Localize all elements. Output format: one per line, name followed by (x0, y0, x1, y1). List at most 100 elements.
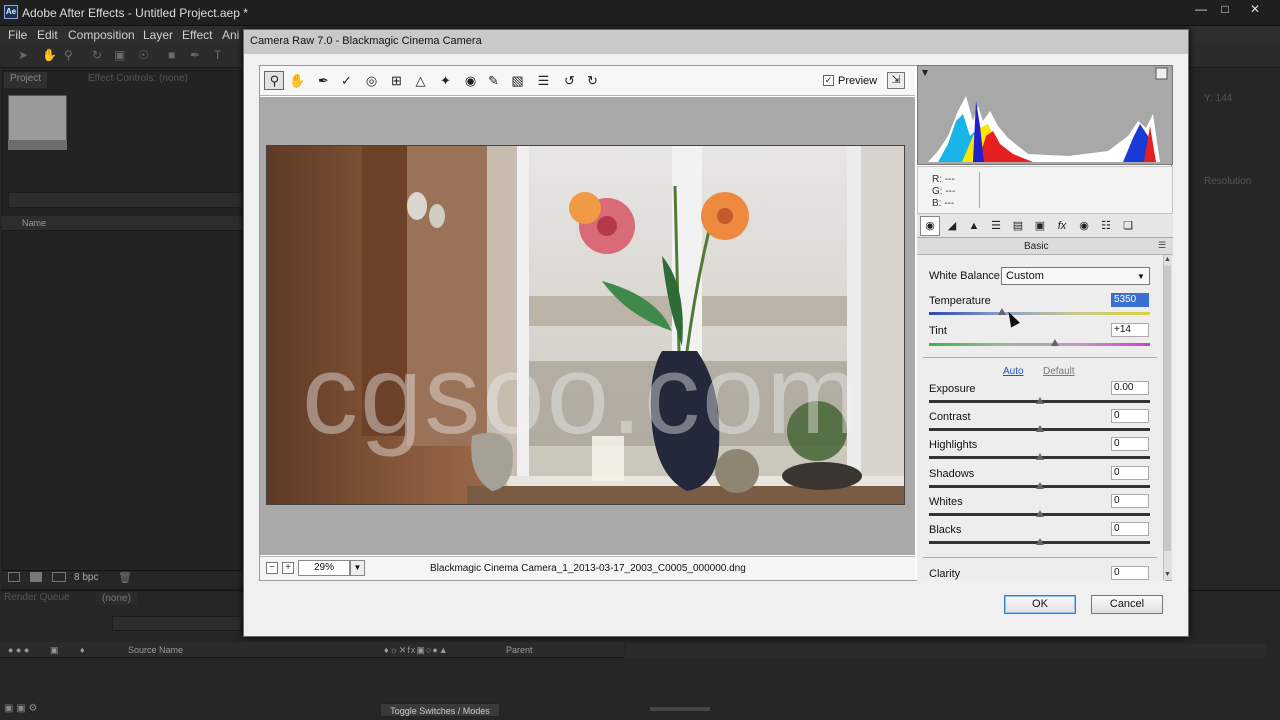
basic-icon[interactable]: ◉ (921, 217, 939, 235)
crop-icon[interactable]: ⊞ (387, 72, 406, 90)
white-balance-select[interactable]: Custom (1001, 267, 1150, 285)
preview-checkbox[interactable]: ✓ (823, 75, 834, 86)
interpret-footage-icon[interactable] (8, 572, 20, 582)
lock-icon[interactable]: ▣ (50, 645, 59, 656)
camera-calibration-icon[interactable]: ◉ (1075, 217, 1093, 235)
red-eye-icon[interactable]: ◉ (461, 72, 480, 90)
presets-icon[interactable]: ☷ (1097, 217, 1115, 235)
source-name-column[interactable]: Source Name (128, 645, 183, 655)
preferences-icon[interactable]: ☰ (534, 72, 553, 90)
exposure-slider-thumb[interactable] (1035, 397, 1044, 404)
whites-value[interactable]: 0 (1111, 494, 1149, 508)
detail-icon[interactable]: ▲ (965, 217, 983, 235)
menu-composition[interactable]: Composition (68, 28, 135, 42)
histogram-graph (922, 67, 1168, 162)
temperature-slider-track[interactable] (929, 312, 1150, 315)
column-name-label[interactable]: Name (22, 218, 46, 228)
menu-effect[interactable]: Effect (182, 28, 212, 42)
ok-button[interactable]: OK (1004, 595, 1076, 614)
whites-slider-thumb[interactable] (1035, 510, 1044, 517)
timeline-zoom-slider[interactable] (650, 707, 710, 711)
tint-slider-track[interactable] (929, 343, 1150, 346)
clarity-label: Clarity (929, 568, 961, 580)
white-balance-icon[interactable]: ✒ (314, 72, 333, 90)
toggle-switches-modes-button[interactable]: Toggle Switches / Modes (380, 703, 500, 717)
project-search-input[interactable] (8, 192, 242, 208)
tone-curve-icon[interactable]: ◢ (943, 217, 961, 235)
target-adjust-icon[interactable]: ◎ (362, 72, 381, 90)
shadows-slider-thumb[interactable] (1035, 482, 1044, 489)
clarity-value[interactable]: 0 (1111, 566, 1149, 580)
straighten-icon[interactable]: △ (411, 72, 430, 90)
default-link[interactable]: Default (1043, 366, 1075, 377)
effects-icon[interactable]: fx (1053, 217, 1071, 235)
trash-icon[interactable]: 🗑 (118, 571, 132, 584)
panel-menu-icon[interactable]: ☰ (1158, 240, 1166, 251)
contrast-value[interactable]: 0 (1111, 409, 1149, 423)
timeline-search-input[interactable] (112, 616, 242, 631)
tab-render-queue[interactable]: Render Queue (4, 592, 70, 603)
exposure-value[interactable]: 0.00 (1111, 381, 1149, 395)
new-folder-icon[interactable] (30, 572, 42, 582)
lens-corrections-icon[interactable]: ▣ (1031, 217, 1049, 235)
selection-tool-icon[interactable]: ➤ (18, 48, 32, 62)
scroll-up-icon[interactable]: ▲ (1164, 256, 1171, 263)
tab-effect-controls[interactable]: Effect Controls: (none) (82, 72, 194, 88)
blacks-value[interactable]: 0 (1111, 522, 1149, 536)
snapshots-icon[interactable]: ❏ (1119, 217, 1137, 235)
menu-edit[interactable]: Edit (37, 28, 58, 42)
hsl-icon[interactable]: ☰ (987, 217, 1005, 235)
tint-label: Tint (929, 325, 947, 337)
tab-none-comp[interactable]: (none) (96, 592, 137, 605)
tab-project[interactable]: Project (4, 72, 48, 88)
settings-scroll-thumb[interactable] (1164, 266, 1171, 551)
new-composition-icon[interactable] (52, 572, 66, 582)
visibility-icon[interactable]: ● ● ● (8, 645, 29, 655)
hand-icon[interactable]: ✋ (288, 72, 307, 90)
pen-tool-icon[interactable]: ✒ (190, 48, 204, 62)
contrast-slider-thumb[interactable] (1035, 425, 1044, 432)
highlights-slider-thumb[interactable] (1035, 453, 1044, 460)
menu-file[interactable]: File (8, 28, 27, 42)
temperature-value[interactable]: 5350 (1111, 293, 1149, 307)
zoom-in-icon[interactable]: + (282, 562, 294, 574)
auto-link[interactable]: Auto (1003, 366, 1024, 377)
rotate-ccw-icon[interactable]: ↺ (560, 72, 579, 90)
menu-animation[interactable]: Ani (222, 28, 239, 42)
hand-tool-icon[interactable]: ✋ (42, 48, 57, 62)
graduated-filter-icon[interactable]: ▧ (508, 72, 527, 90)
zoom-level-field[interactable]: 29% (298, 560, 350, 576)
shadows-value[interactable]: 0 (1111, 466, 1149, 480)
zoom-tool-icon[interactable]: ⚲ (64, 48, 78, 62)
text-tool-icon[interactable]: T (214, 48, 228, 62)
parent-column[interactable]: Parent (506, 645, 533, 655)
rotate-cw-icon[interactable]: ↻ (583, 72, 602, 90)
maximize-icon[interactable]: □ (1210, 0, 1240, 18)
tint-slider-thumb[interactable] (1050, 339, 1059, 346)
camera-tool-icon[interactable]: ▣ (114, 48, 128, 62)
bit-depth-label[interactable]: 8 bpc (74, 572, 98, 583)
scroll-down-icon[interactable]: ▼ (1164, 571, 1171, 578)
layer-switches-icons[interactable]: ♦☼✕fx▣○●▲ (384, 645, 449, 656)
comp-buttons-icons[interactable]: ▣ ▣ ⚙ (4, 703, 37, 714)
label-icon[interactable]: ♦ (80, 645, 85, 655)
tint-value[interactable]: +14 (1111, 323, 1149, 337)
color-sampler-icon[interactable]: ✓ (337, 72, 356, 90)
zoom-icon[interactable]: ⚲ (265, 72, 284, 90)
zoom-out-icon[interactable]: − (266, 562, 278, 574)
split-toning-icon[interactable]: ▤ (1009, 217, 1027, 235)
spot-removal-icon[interactable]: ✦ (436, 72, 455, 90)
rotate-tool-icon[interactable]: ↻ (92, 48, 106, 62)
mask-tool-icon[interactable]: ■ (168, 48, 182, 62)
timeline-ruler[interactable] (626, 644, 1266, 658)
cancel-button[interactable]: Cancel (1091, 595, 1163, 614)
pan-behind-tool-icon[interactable]: ☉ (138, 48, 152, 62)
white-balance-caret-icon[interactable]: ▼ (1137, 272, 1145, 281)
blacks-slider-thumb[interactable] (1035, 538, 1044, 545)
highlights-value[interactable]: 0 (1111, 437, 1149, 451)
zoom-dropdown-icon[interactable]: ▼ (350, 560, 365, 576)
fullscreen-icon[interactable]: ⇲ (887, 72, 905, 89)
close-icon[interactable]: ✕ (1240, 0, 1270, 18)
menu-layer[interactable]: Layer (143, 28, 173, 42)
adjustment-brush-icon[interactable]: ✎ (484, 72, 503, 90)
